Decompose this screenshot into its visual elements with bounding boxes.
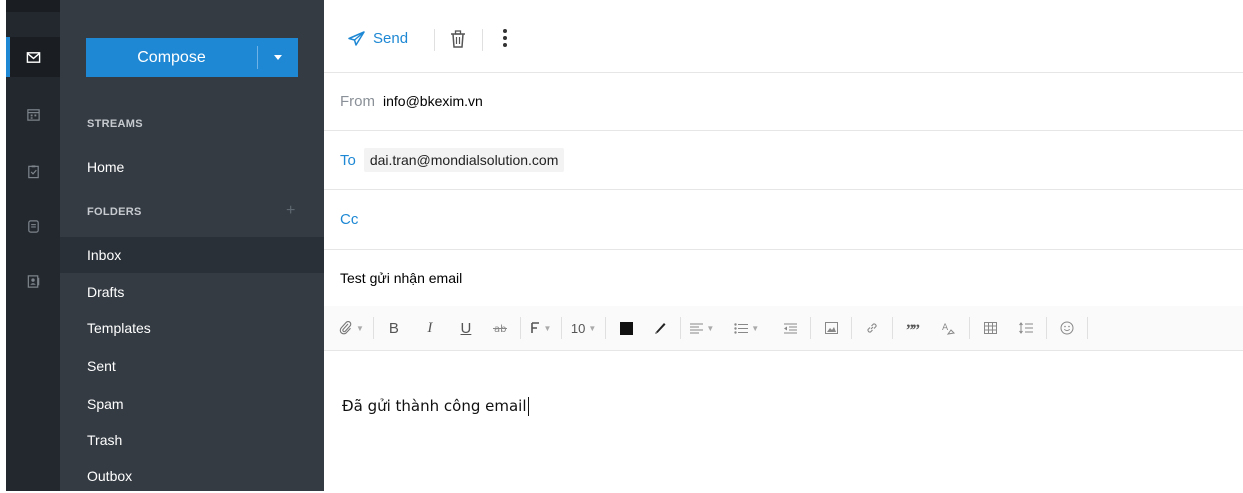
- paperclip-icon: [339, 321, 352, 335]
- list-button[interactable]: ▼: [731, 315, 762, 341]
- strikethrough-button[interactable]: abc: [486, 315, 514, 341]
- compose-toolbar: Send: [324, 0, 1243, 73]
- rail-contacts[interactable]: [6, 261, 60, 301]
- compose-label[interactable]: Compose: [86, 38, 257, 77]
- emoji-button[interactable]: [1053, 315, 1081, 341]
- rail-notes[interactable]: [6, 206, 60, 246]
- sidebar-item-spam[interactable]: Spam: [60, 387, 324, 421]
- cc-row[interactable]: Cc: [324, 190, 1243, 250]
- send-icon: [348, 31, 365, 46]
- quote-button[interactable]: ””: [899, 315, 927, 341]
- tasks-icon: [27, 164, 39, 178]
- align-button[interactable]: ▼: [687, 315, 717, 341]
- cc-label[interactable]: Cc: [340, 211, 358, 228]
- delete-button[interactable]: [449, 29, 467, 54]
- compose-button[interactable]: Compose: [86, 38, 298, 77]
- chevron-down-icon: [274, 55, 282, 60]
- underline-button[interactable]: U: [452, 315, 480, 341]
- table-icon: [983, 322, 997, 334]
- svg-text:”: ”: [912, 323, 920, 333]
- sidebar-item-home[interactable]: Home: [60, 150, 324, 184]
- app-rail: [6, 0, 60, 491]
- sidebar: Compose STREAMS Home FOLDERS + Inbox Dra…: [60, 0, 324, 491]
- attach-button[interactable]: ▼: [336, 315, 367, 341]
- rail-mail[interactable]: [6, 37, 60, 77]
- notes-icon: [27, 219, 39, 233]
- font-icon: [531, 322, 540, 333]
- bold-button[interactable]: B: [380, 315, 408, 341]
- line-spacing-icon: [1019, 322, 1034, 334]
- compose-dropdown[interactable]: [258, 38, 298, 77]
- image-icon: [824, 322, 838, 334]
- outdent-icon: [783, 323, 797, 333]
- more-options-button[interactable]: [502, 28, 508, 53]
- to-label[interactable]: To: [340, 152, 356, 169]
- sidebar-item-drafts[interactable]: Drafts: [60, 275, 324, 309]
- contacts-icon: [27, 274, 39, 288]
- text-cursor: [527, 397, 529, 416]
- insert-link-button[interactable]: [858, 315, 886, 341]
- send-label: Send: [373, 30, 409, 47]
- clear-format-icon: A: [942, 323, 956, 335]
- sidebar-item-sent[interactable]: Sent: [60, 349, 324, 383]
- add-folder-button[interactable]: +: [286, 202, 295, 220]
- from-value[interactable]: info@bkexim.vn: [383, 93, 483, 109]
- folders-heading: FOLDERS: [87, 206, 142, 218]
- send-button[interactable]: Send: [348, 30, 408, 47]
- sidebar-item-inbox[interactable]: Inbox: [60, 237, 324, 273]
- clear-format-button[interactable]: A: [935, 315, 963, 341]
- calendar-icon: [26, 108, 40, 121]
- link-icon: [867, 323, 877, 333]
- sidebar-item-templates[interactable]: Templates: [60, 311, 324, 345]
- rail-calendar[interactable]: [6, 94, 60, 134]
- recipient-chip[interactable]: dai.tran@mondialsolution.com: [363, 148, 565, 172]
- more-vertical-icon: [503, 29, 507, 47]
- message-body-text: Đã gửi thành công email: [342, 397, 527, 415]
- italic-button[interactable]: I: [416, 315, 444, 341]
- message-body[interactable]: Đã gửi thành công email: [342, 397, 529, 416]
- insert-table-button[interactable]: [976, 315, 1004, 341]
- line-spacing-button[interactable]: [1012, 315, 1040, 341]
- color-swatch-icon: [619, 321, 633, 335]
- streams-heading: STREAMS: [87, 118, 143, 130]
- chevron-down-icon: ▼: [356, 323, 364, 333]
- from-label: From: [340, 92, 375, 110]
- to-row[interactable]: To dai.tran@mondialsolution.com: [324, 131, 1243, 190]
- font-size-select[interactable]: 10 ▼: [568, 315, 599, 341]
- bullet-list-icon: [734, 322, 749, 334]
- format-toolbar: ▼ B I U abc ▼ 10 ▼ ▼ ▼: [324, 306, 1243, 351]
- font-family-button[interactable]: ▼: [527, 315, 555, 341]
- svg-text:A: A: [942, 323, 949, 333]
- subject-value[interactable]: Test gửi nhận email: [340, 270, 462, 286]
- from-row[interactable]: From info@bkexim.vn: [324, 72, 1243, 131]
- sidebar-item-trash[interactable]: Trash: [60, 423, 324, 457]
- indent-button[interactable]: [776, 315, 804, 341]
- mail-icon: [26, 51, 40, 63]
- align-left-icon: [690, 323, 704, 333]
- highlight-button[interactable]: [646, 315, 674, 341]
- quote-icon: ””: [906, 323, 920, 333]
- trash-icon: [451, 30, 465, 48]
- insert-image-button[interactable]: [817, 315, 845, 341]
- smiley-icon: [1060, 321, 1074, 335]
- text-color-button[interactable]: [612, 315, 640, 341]
- rail-tasks[interactable]: [6, 151, 60, 191]
- subject-field[interactable]: Test gửi nhận email: [324, 250, 1243, 306]
- highlighter-icon: [655, 323, 666, 334]
- strikethrough-icon: abc: [492, 324, 507, 334]
- sidebar-item-outbox[interactable]: Outbox: [60, 459, 324, 493]
- compose-pane: Send From info@bkexim.vn To dai.tran@mon…: [324, 0, 1243, 491]
